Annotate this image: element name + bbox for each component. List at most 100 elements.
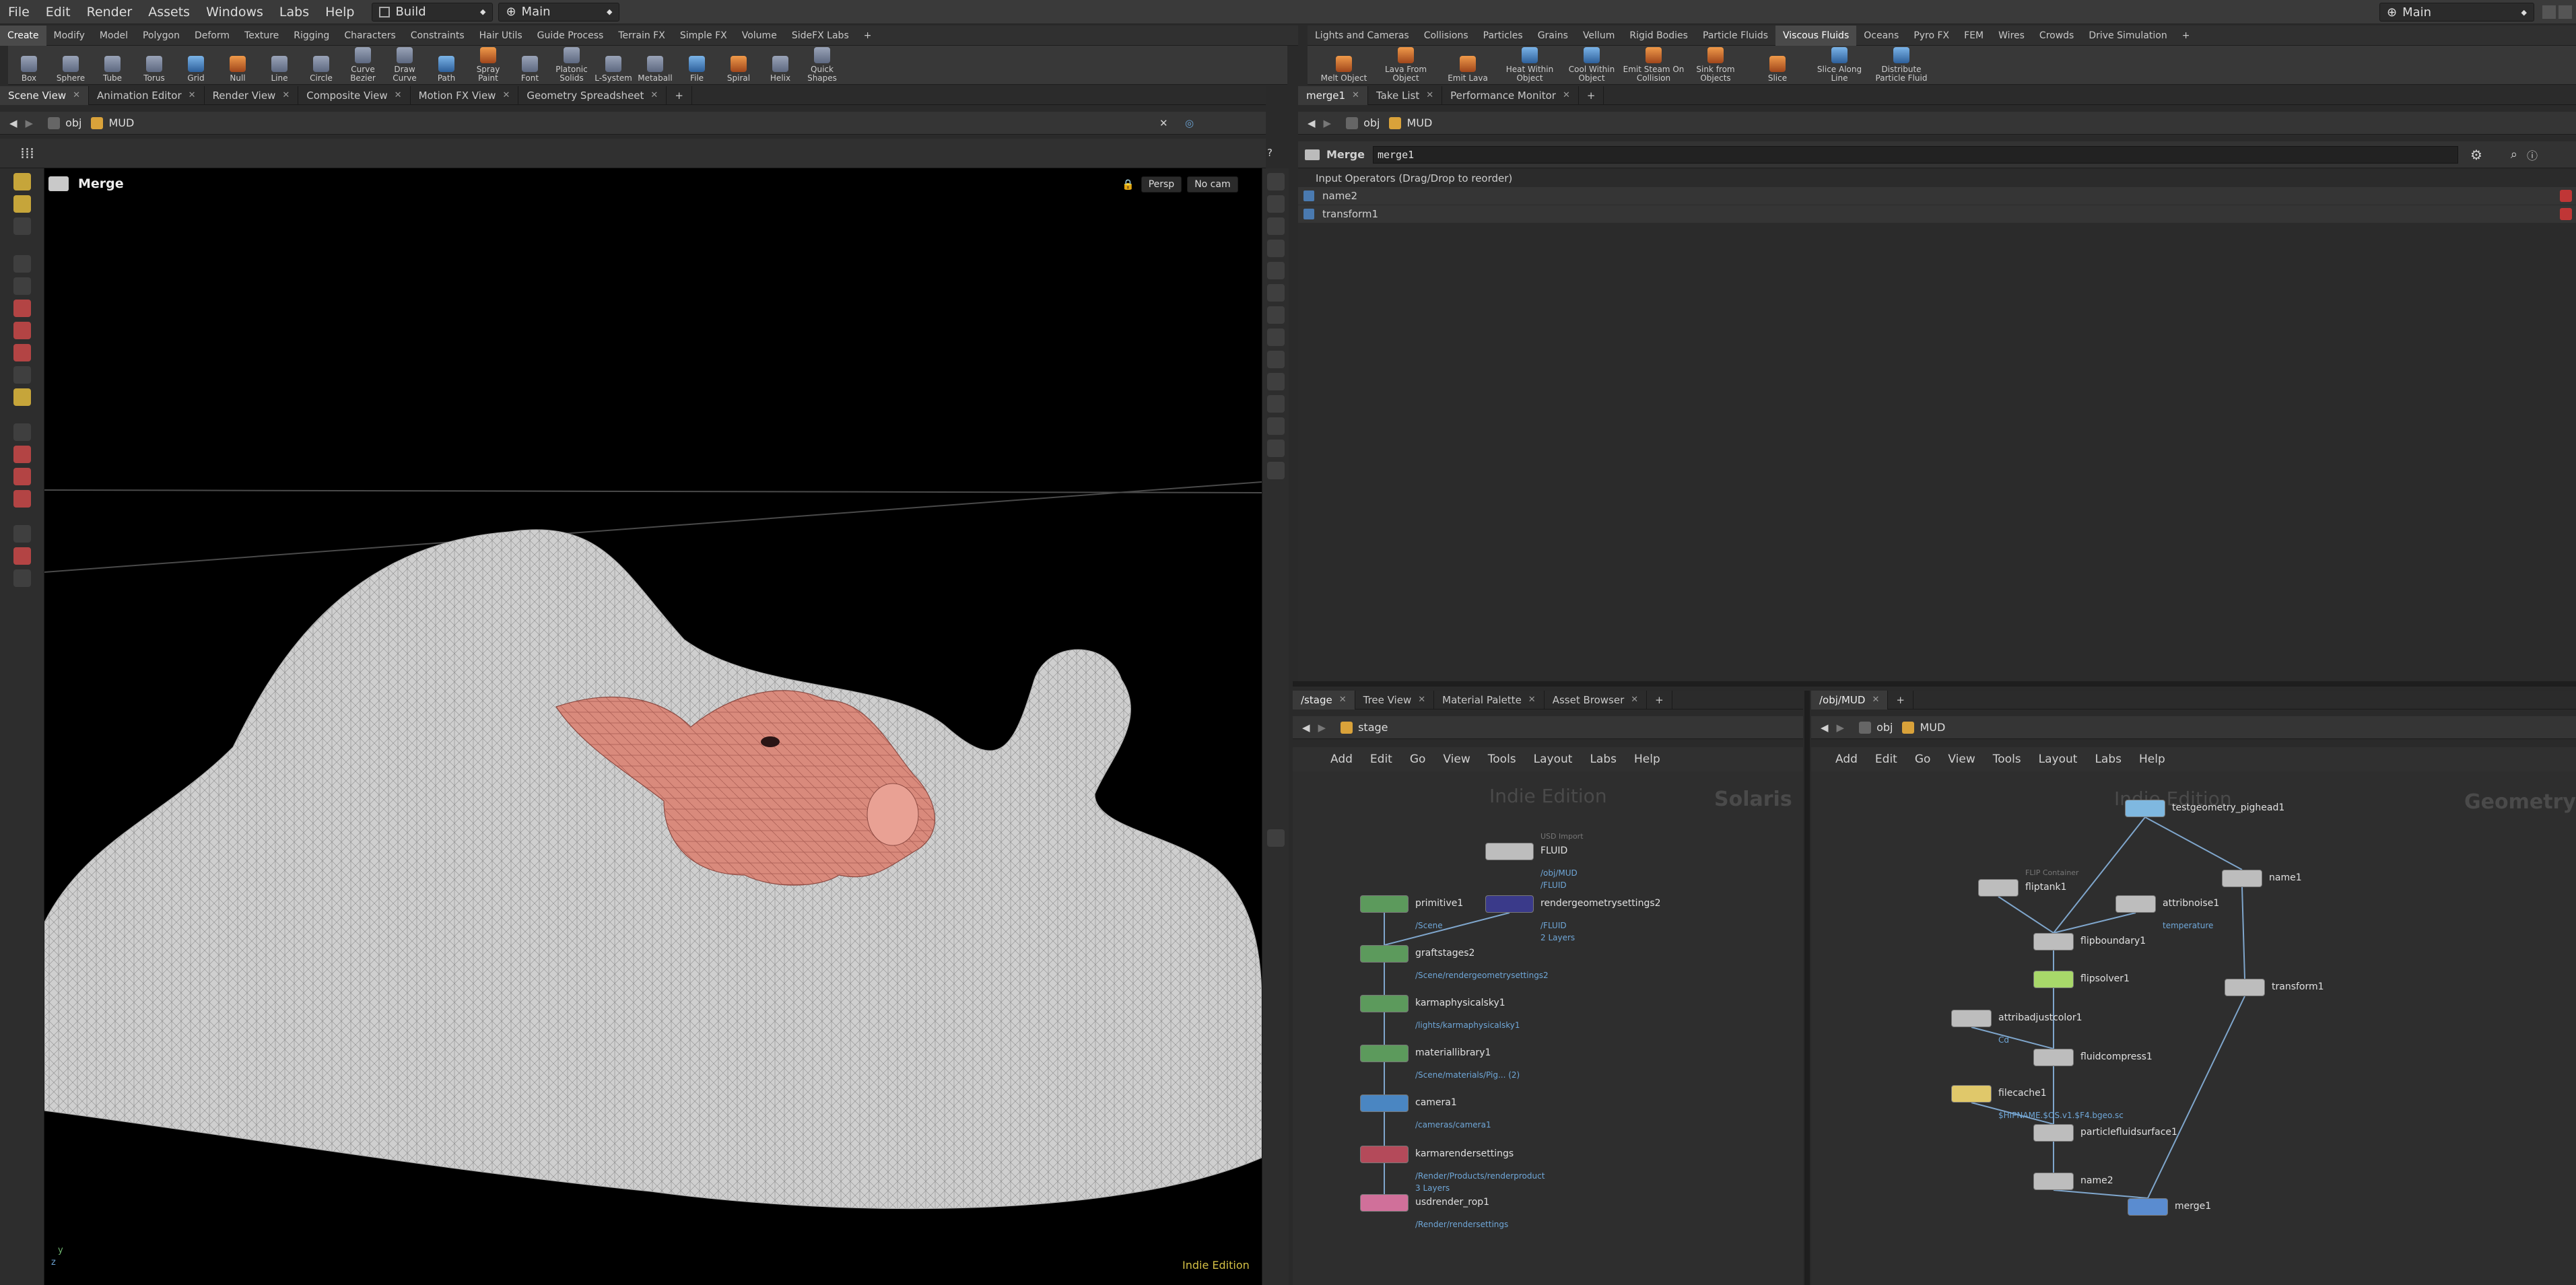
node-filecache1[interactable]: filecache1 $HIPNAME.$OS.v1.$F4.bgeo.sc [1951,1085,2124,1120]
node-name1[interactable]: name1 [2222,870,2302,887]
node-body[interactable] [1360,895,1409,913]
shelf-tab-viscous-fluids[interactable]: Viscous Fluids [1775,25,1857,46]
node-body[interactable] [2033,971,2074,988]
tool-tube[interactable]: Tube [92,46,133,85]
shelf-tab-crowds[interactable]: Crowds [2032,26,2081,46]
menu-help[interactable]: Help [2139,753,2165,766]
tool-null[interactable]: Null [217,46,259,85]
path-obj[interactable]: obj [1859,721,1893,734]
tool-torus[interactable]: Torus [133,46,175,85]
input-row-name2[interactable]: name2 [1298,187,2576,205]
magnet-icon[interactable] [13,490,31,508]
close-icon[interactable]: ✕ [282,90,290,100]
menu-add[interactable]: Add [1835,753,1858,766]
close-icon[interactable]: ✕ [650,90,658,100]
visibility-icon[interactable] [1266,328,1285,346]
shading-icon[interactable] [1266,262,1285,279]
menu-tools[interactable]: Tools [1993,753,2021,766]
menu-help[interactable]: Help [317,0,362,24]
camera-tool-icon[interactable] [13,569,31,587]
snap-prim-icon[interactable] [13,446,31,463]
tool-slice[interactable]: Slice [1747,46,1808,85]
menu-render[interactable]: Render [79,0,141,24]
menu-add[interactable]: Add [1330,753,1353,766]
back-arrow-icon[interactable]: ◀ [1308,117,1316,129]
camera-icon[interactable] [1266,306,1285,324]
path-obj[interactable]: obj [48,116,81,129]
obj-network-editor[interactable]: Indie Edition Geometry testgeometry_pigh… [1811,771,2576,1285]
tool-melt-object[interactable]: Melt Object [1313,46,1375,85]
3d-viewport[interactable]: Merge 🔒 Persp No cam Indie Edition y z [44,168,1262,1285]
tool-spiral[interactable]: Spiral [718,46,759,85]
node-materiallibrary1[interactable]: materiallibrary1/Scene/materials/Pig... … [1360,1045,1520,1080]
tool-platonic-solids[interactable]: Platonic Solids [551,46,592,85]
menu-edit[interactable]: Edit [1370,753,1392,766]
desktop-dropdown[interactable]: Build ◆ [372,2,494,22]
node-usdrender_rop1[interactable]: usdrender_rop1/Render/rendersettings [1360,1194,1508,1229]
add-tab-button[interactable]: + [1647,690,1672,709]
node-body[interactable] [2115,895,2156,913]
close-icon[interactable]: ✕ [395,90,402,100]
move-tool-icon[interactable] [13,300,31,317]
tab-render-view[interactable]: Render View ✕ [205,85,299,105]
rotate-tool-icon[interactable] [13,322,31,339]
node-body[interactable] [1360,995,1409,1012]
tool-line[interactable]: Line [259,46,300,85]
tool-emit-steam-on-collision[interactable]: Emit Steam On Collision [1623,46,1685,85]
node-karmaphysicalsky1[interactable]: karmaphysicalsky1/lights/karmaphysicalsk… [1360,995,1520,1030]
menu-windows[interactable]: Windows [198,0,271,24]
tool-distribute-particle-fluid[interactable]: Distribute Particle Fluid [1870,46,1932,85]
node-body[interactable] [1360,1095,1409,1112]
tab-tree-view[interactable]: Tree View ✕ [1355,690,1435,709]
menu-tools[interactable]: Tools [1488,753,1516,766]
back-arrow-icon[interactable]: ◀ [1821,722,1829,734]
close-icon[interactable]: ✕ [1426,90,1433,100]
tool-grid[interactable]: Grid [175,46,217,85]
tab-composite-view[interactable]: Composite View ✕ [298,85,411,105]
node-rendergeometrysettings2[interactable]: rendergeometrysettings2/FLUID 2 Layers [1485,895,1661,942]
node-primitive1[interactable]: primitive1/Scene [1360,895,1463,930]
pin-icon[interactable]: ✕ [1159,117,1168,129]
shelf-tab-collisions[interactable]: Collisions [1417,26,1476,46]
node-body[interactable] [2033,933,2074,950]
node-body[interactable] [2033,1173,2074,1190]
node-name2[interactable]: name2 [2033,1173,2113,1190]
node-attribadjustcolor1[interactable]: attribadjustcolor1 Cd [1951,1010,2082,1045]
persp-dropdown[interactable]: Persp [1141,176,1182,193]
tab-take-list[interactable]: Take List ✕ [1368,85,1443,105]
tool-draw-curve[interactable]: Draw Curve [384,46,426,85]
uv-icon[interactable] [1266,440,1285,457]
help-icon[interactable]: ? [1267,147,1273,159]
node-camera1[interactable]: camera1/cameras/camera1 [1360,1095,1491,1130]
tool-lava-from-object[interactable]: Lava From Object [1375,46,1437,85]
tab-performance-monitor[interactable]: Performance Monitor ✕ [1442,85,1579,105]
close-icon[interactable]: ✕ [1528,695,1536,705]
shelf-tab-volume[interactable]: Volume [735,26,784,46]
node-body[interactable] [1360,1146,1409,1163]
tab--stage[interactable]: /stage ✕ [1293,690,1355,709]
snap-point-icon[interactable] [13,468,31,485]
close-icon[interactable]: ✕ [73,90,80,100]
lighting-icon[interactable] [1266,284,1285,302]
shelf-tab-create[interactable]: Create [0,25,46,46]
menu-labs[interactable]: Labs [2095,753,2122,766]
info-icon[interactable] [1266,829,1285,847]
node-flipsolver1[interactable]: flipsolver1 [2033,971,2130,988]
node-body[interactable] [1978,879,2019,897]
shelf-tab-rigid-bodies[interactable]: Rigid Bodies [1622,26,1695,46]
shelf-tab-pyro-fx[interactable]: Pyro FX [1906,26,1957,46]
remove-input-icon[interactable] [2560,190,2572,202]
node-body[interactable] [2033,1124,2074,1142]
node-body[interactable] [1485,895,1534,913]
shelf-tab-drive-simulation[interactable]: Drive Simulation [2081,26,2174,46]
shelf-tab-grains[interactable]: Grains [1530,26,1575,46]
search-icon[interactable]: ⌕ [2511,147,2517,162]
shelf-tab-sidefx-labs[interactable]: SideFX Labs [784,26,856,46]
node-body[interactable] [2125,800,2165,817]
forward-arrow-icon[interactable]: ▶ [1837,722,1845,734]
menu-view[interactable]: View [1948,753,1975,766]
node-attribnoise1[interactable]: attribnoise1 temperature [2115,895,2219,930]
node-name-field[interactable] [1372,145,2458,164]
lock-tool-icon[interactable] [13,277,31,295]
close-icon[interactable]: ✕ [1631,695,1638,705]
